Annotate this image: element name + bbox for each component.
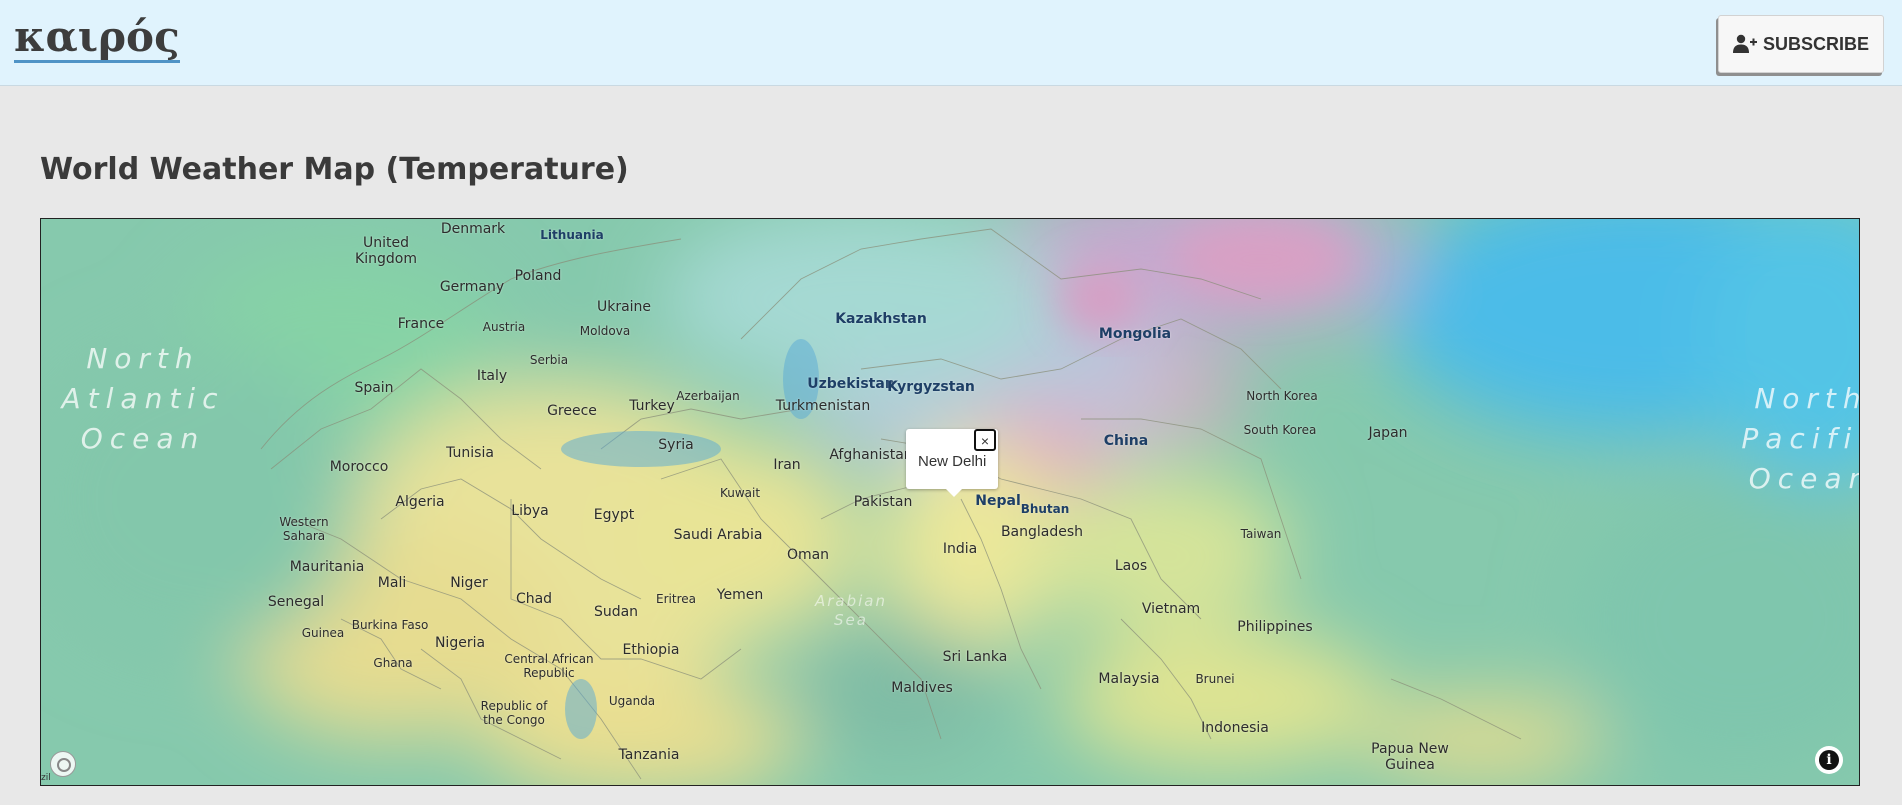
ocean-label-north-atlantic: North Atlantic Ocean bbox=[61, 342, 225, 455]
country-label: Maldives bbox=[891, 680, 953, 696]
country-label: India bbox=[942, 541, 978, 557]
country-label: Nepal bbox=[975, 493, 1021, 509]
page-title: World Weather Map (Temperature) bbox=[40, 152, 629, 187]
country-label: Lithuania bbox=[540, 228, 604, 242]
country-label: France bbox=[397, 316, 445, 332]
country-label: Brunei bbox=[1195, 672, 1235, 686]
country-label: Mali bbox=[377, 575, 407, 591]
country-label: Tunisia bbox=[446, 445, 494, 461]
country-label: Spain bbox=[354, 380, 394, 396]
country-label: Mauritania bbox=[289, 559, 365, 575]
country-label: Tanzania bbox=[618, 747, 680, 763]
map-provider-logo-icon[interactable] bbox=[50, 751, 76, 777]
country-label: Austria bbox=[482, 320, 526, 334]
country-label: Oman bbox=[786, 547, 830, 563]
country-label: Egypt bbox=[593, 507, 635, 523]
map-attribution[interactable]: zil bbox=[41, 773, 51, 783]
top-bar: καιρός SUBSCRIBE bbox=[0, 0, 1902, 86]
popup-tip bbox=[944, 487, 964, 497]
info-button[interactable]: i bbox=[1815, 746, 1843, 774]
country-label: Ethiopia bbox=[622, 642, 680, 658]
country-label: South Korea bbox=[1243, 423, 1317, 437]
country-label: Germany bbox=[439, 279, 505, 295]
country-label: Kazakhstan bbox=[835, 311, 927, 327]
country-label: Bhutan bbox=[1020, 502, 1070, 516]
country-label: Poland bbox=[514, 268, 562, 284]
country-label: Indonesia bbox=[1201, 720, 1269, 736]
country-label: Syria bbox=[658, 437, 694, 453]
country-label: Senegal bbox=[267, 594, 325, 610]
country-label: Taiwan bbox=[1240, 527, 1282, 541]
country-label: Laos bbox=[1114, 558, 1148, 574]
country-label: Azerbaijan bbox=[676, 389, 740, 403]
country-label: United Kingdom bbox=[355, 235, 417, 267]
subscribe-label: SUBSCRIBE bbox=[1762, 33, 1869, 54]
weather-map[interactable]: North Atlantic Ocean North Pacific Ocean… bbox=[40, 218, 1860, 786]
country-label: Western Sahara bbox=[279, 515, 329, 543]
country-label: Papua New Guinea bbox=[1371, 741, 1449, 773]
info-icon: i bbox=[1819, 750, 1839, 770]
country-label: Kuwait bbox=[719, 486, 761, 500]
country-label: Yemen bbox=[716, 587, 764, 603]
country-label: Burkina Faso bbox=[351, 618, 429, 632]
country-label: Pakistan bbox=[853, 494, 913, 510]
ocean-label-north-pacific: North Pacific Ocean bbox=[1741, 382, 1860, 495]
site-logo[interactable]: καιρός bbox=[14, 14, 180, 63]
country-label: Sri Lanka bbox=[942, 649, 1008, 665]
country-label: Uganda bbox=[608, 694, 656, 708]
country-label: Kyrgyzstan bbox=[887, 379, 975, 395]
popup-city-name: New Delhi bbox=[918, 453, 987, 470]
country-label: Moldova bbox=[579, 324, 631, 338]
popup-close-button[interactable]: × bbox=[974, 429, 996, 451]
country-label: Malaysia bbox=[1098, 671, 1160, 687]
country-label: Uzbekistan bbox=[807, 376, 895, 392]
country-label: Chad bbox=[515, 591, 553, 607]
temperature-layer bbox=[41, 219, 1859, 785]
country-label: Libya bbox=[511, 503, 549, 519]
country-label: Iran bbox=[773, 457, 801, 473]
country-label: North Korea bbox=[1246, 389, 1318, 403]
user-plus-icon bbox=[1732, 34, 1757, 53]
country-label: Nigeria bbox=[434, 635, 486, 651]
country-label: China bbox=[1103, 433, 1149, 449]
country-label: Central African Republic bbox=[504, 652, 594, 680]
country-label: Greece bbox=[547, 403, 597, 419]
country-label: Ghana bbox=[373, 656, 413, 670]
country-label: Algeria bbox=[395, 494, 445, 510]
country-label: Denmark bbox=[440, 221, 506, 237]
sea-label-arabian: Arabian Sea bbox=[814, 592, 888, 629]
subscribe-button[interactable]: SUBSCRIBE bbox=[1718, 15, 1884, 73]
country-label: Eritrea bbox=[656, 592, 696, 606]
location-popup: New Delhi × bbox=[906, 429, 998, 497]
country-label: Italy bbox=[476, 368, 508, 384]
country-label: Sudan bbox=[593, 604, 639, 620]
country-label: Japan bbox=[1368, 425, 1408, 441]
country-label: Turkey bbox=[629, 398, 675, 414]
country-label: Afghanistan bbox=[829, 447, 913, 463]
country-label: Vietnam bbox=[1141, 601, 1201, 617]
country-label: Philippines bbox=[1237, 619, 1313, 635]
country-label: Bangladesh bbox=[1000, 524, 1084, 540]
country-label: Turkmenistan bbox=[775, 398, 871, 414]
country-label: Niger bbox=[450, 575, 488, 591]
country-label: Ukraine bbox=[596, 299, 652, 315]
country-label: Saudi Arabia bbox=[673, 527, 763, 543]
country-label: Republic of the Congo bbox=[480, 699, 548, 727]
country-label: Guinea bbox=[301, 626, 345, 640]
country-label: Mongolia bbox=[1098, 326, 1172, 342]
country-label: Serbia bbox=[529, 353, 569, 367]
country-label: Morocco bbox=[329, 459, 389, 475]
